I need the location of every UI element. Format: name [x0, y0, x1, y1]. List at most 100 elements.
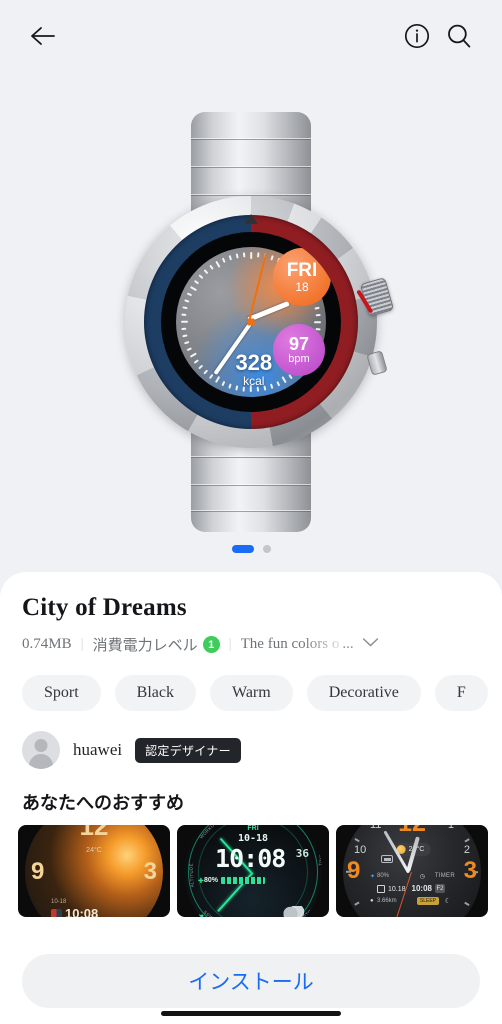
t3-battery: 80%	[377, 873, 390, 879]
dial-minute-tick	[189, 285, 198, 292]
recommend-item-1[interactable]: 12 9 3 24°C 10-18 10:08 SET ALARM	[18, 825, 170, 917]
info-circle-icon	[404, 23, 430, 49]
author-row[interactable]: huawei 認定デザイナー	[0, 711, 502, 769]
day-date: 18	[295, 279, 309, 294]
watch-preview-hero[interactable]: 242220181614121008060402 FRI 18 97 bpm	[0, 72, 502, 572]
dial-minute-tick	[209, 374, 214, 380]
recommend-item-3[interactable]: 12 9 3 11 1 10 2 24°C ✦ 80% 10.18 ●	[336, 825, 488, 917]
t2-battery: 80%	[204, 877, 219, 884]
t2-time: 10:08	[215, 844, 286, 873]
dial-minute-tick	[184, 341, 190, 345]
arrow-left-icon	[30, 25, 56, 47]
t2-battery-icon: ✚	[198, 877, 204, 885]
dial-minute-tick	[315, 313, 321, 316]
t3-sleep-badge: SLEEP	[416, 897, 439, 905]
dial-minute-tick	[193, 359, 199, 364]
t2-heart-icon: ❤	[198, 913, 204, 917]
calorie-unit: kcal	[243, 374, 265, 388]
dial-minute-tick	[270, 255, 274, 261]
green-digital-face: COMPASSALTITUDEWORKOUTALARM CLOCKMUSICTI…	[184, 825, 322, 917]
watch-side-button	[366, 350, 388, 376]
t1-numeral-3: 3	[143, 858, 157, 885]
tag-chip-partial[interactable]: F	[434, 675, 488, 711]
t3-timer-group: 10:08 F2	[412, 884, 445, 893]
dial-minute-tick	[181, 320, 188, 323]
t3-numeral-3: 3	[463, 856, 477, 884]
t3-hour-tick	[464, 901, 470, 906]
dial-minute-tick	[203, 269, 209, 275]
pager-dot-2[interactable]	[262, 545, 271, 553]
t3-date-group: 10.18	[377, 885, 406, 893]
author-name: huawei	[73, 740, 123, 759]
info-button[interactable]	[396, 15, 438, 57]
t3-timer-icon: ◷	[419, 874, 425, 880]
tag-list: Sport Black Warm Decorative F	[0, 655, 502, 711]
t3-location-icon: ●	[370, 898, 374, 904]
t1-numeral-9: 9	[31, 858, 45, 885]
t3-numeral-11: 11	[370, 825, 382, 831]
tag-chip-sport[interactable]: Sport	[22, 675, 101, 711]
t2-battery-bar	[221, 877, 266, 884]
dial-minute-tick	[209, 264, 214, 270]
t3-calendar-icon	[377, 885, 385, 893]
t3-timer-badge: F2	[435, 884, 445, 893]
dial-minute-tick	[235, 253, 239, 259]
watch-dial: FRI 18 97 bpm 328 kcal	[161, 232, 341, 412]
tag-chip-decorative[interactable]: Decorative	[306, 675, 421, 711]
t3-hour-tick	[464, 838, 470, 843]
t3-numeral-10: 10	[354, 844, 367, 856]
dial-minute-tick	[184, 299, 190, 303]
carousel-pager	[0, 545, 502, 553]
user-avatar-icon	[22, 731, 60, 769]
power-level-label: 消費電力レベル	[92, 638, 198, 654]
watch-illustration: 242220181614121008060402 FRI 18 97 bpm	[101, 112, 401, 532]
recommend-item-2[interactable]: COMPASSALTITUDEWORKOUTALARM CLOCKMUSICTI…	[177, 825, 329, 917]
day-complication: FRI 18	[273, 248, 331, 306]
hand-center-cap	[247, 318, 255, 326]
dial-minute-tick	[182, 334, 188, 338]
tag-chip-warm[interactable]: Warm	[210, 675, 293, 711]
watch-case: 242220181614121008060402 FRI 18 97 bpm	[125, 196, 395, 448]
tag-chip-black[interactable]: Black	[114, 675, 196, 711]
install-bar: インストール	[0, 940, 502, 1024]
sunset-world-face: 12 9 3 24°C 10-18 10:08 SET ALARM	[25, 825, 163, 917]
t2-bezel-label: TIMER	[317, 850, 322, 867]
search-icon	[446, 23, 472, 49]
file-size: 0.74MB	[22, 636, 72, 652]
short-description: The fun colors o	[240, 636, 340, 652]
dial-minute-tick	[221, 257, 226, 263]
meta-row[interactable]: 0.74MB | 消費電力レベル 1 | The fun colors o ..…	[0, 622, 502, 655]
t1-numeral-12: 12	[79, 825, 109, 841]
day-value: FRI	[286, 259, 318, 281]
install-button[interactable]: インストール	[22, 954, 480, 1008]
dial-minute-tick	[314, 321, 321, 324]
t3-hour-tick	[354, 838, 360, 843]
dial-minute-tick	[182, 306, 188, 310]
description-ellipsis: ...	[342, 636, 354, 652]
bezel-marker-triangle	[244, 214, 258, 224]
meta-separator-2: |	[228, 636, 232, 652]
search-button[interactable]	[438, 15, 480, 57]
dark-orange-analog-face: 12 9 3 11 1 10 2 24°C ✦ 80% 10.18 ●	[343, 825, 481, 917]
t1-time-icon	[51, 909, 62, 917]
t3-numeral-9: 9	[347, 856, 361, 884]
t3-distance: 3.66km	[377, 898, 397, 904]
meta-separator-1: |	[80, 636, 84, 652]
t3-date: 10.18	[388, 885, 406, 893]
t3-numeral-12: 12	[398, 825, 426, 838]
chevron-down-icon	[362, 636, 379, 653]
t1-time-group: 10:08	[51, 906, 98, 917]
t2-weekday: FRI	[247, 825, 259, 832]
t3-numeral-2: 2	[463, 844, 470, 856]
power-level-badge: 1	[202, 636, 220, 653]
t3-second-hand	[395, 872, 413, 917]
t2-weather-icon	[282, 906, 306, 917]
dial-minute-tick	[193, 280, 199, 285]
t3-numeral-1: 1	[447, 825, 454, 831]
pager-dot-1[interactable]	[231, 545, 254, 553]
back-button[interactable]	[22, 15, 64, 57]
expand-description-button[interactable]	[362, 636, 379, 653]
dial-minute-tick	[189, 352, 197, 358]
t1-time: 10:08	[65, 906, 99, 917]
app-header	[0, 0, 502, 72]
